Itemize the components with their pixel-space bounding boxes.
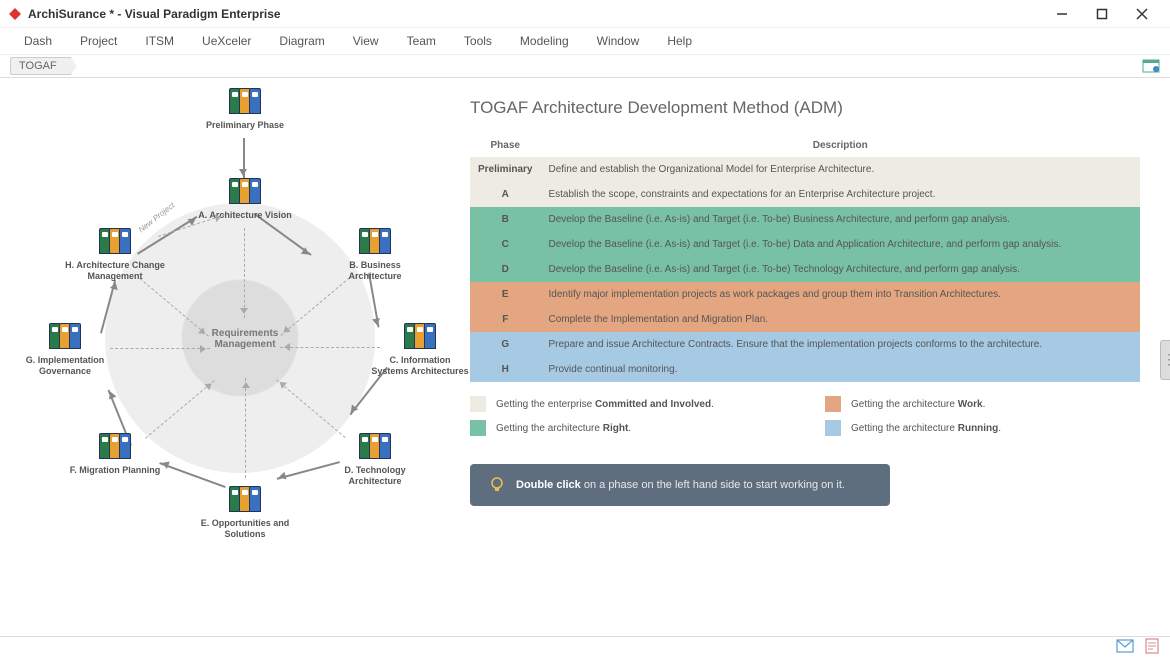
menu-project[interactable]: Project xyxy=(66,30,131,52)
legend-item: Getting the architecture Running. xyxy=(825,420,1140,436)
phase-h-architecture-change-mgmt[interactable]: H. Architecture Change Management xyxy=(65,228,165,282)
panel-config-icon[interactable] xyxy=(1142,57,1160,76)
phase-f-migration-planning[interactable]: F. Migration Planning xyxy=(65,433,165,476)
breadcrumb-togaf[interactable]: TOGAF xyxy=(10,57,72,75)
legend-swatch xyxy=(470,420,486,436)
wheel-center-label: Requirements Management xyxy=(200,328,290,350)
binders-icon xyxy=(223,88,267,118)
legend-swatch xyxy=(825,420,841,436)
menu-diagram[interactable]: Diagram xyxy=(265,30,338,52)
mail-icon[interactable] xyxy=(1116,639,1134,656)
menu-view[interactable]: View xyxy=(339,30,393,52)
phase-c-information-systems[interactable]: C. Information Systems Architectures xyxy=(370,323,470,377)
info-panel: TOGAF Architecture Development Method (A… xyxy=(460,88,1160,626)
phase-b-business-architecture[interactable]: B. Business Architecture xyxy=(325,228,425,282)
phase-preliminary[interactable]: Preliminary Phase xyxy=(195,88,295,131)
binders-icon xyxy=(43,323,87,353)
table-row: AEstablish the scope, constraints and ex… xyxy=(470,182,1140,207)
th-description: Description xyxy=(540,134,1140,157)
binders-icon xyxy=(353,228,397,258)
note-icon[interactable] xyxy=(1144,638,1160,657)
minimize-button[interactable] xyxy=(1042,2,1082,26)
tip-banner: Double click on a phase on the left hand… xyxy=(470,464,890,506)
binders-icon xyxy=(223,178,267,208)
phase-g-implementation-governance[interactable]: G. Implementation Governance xyxy=(15,323,115,377)
binders-icon xyxy=(93,433,137,463)
table-row: FComplete the Implementation and Migrati… xyxy=(470,307,1140,332)
menu-tools[interactable]: Tools xyxy=(450,30,506,52)
phase-a-architecture-vision[interactable]: A. Architecture Vision xyxy=(195,178,295,221)
menu-itsm[interactable]: ITSM xyxy=(131,30,188,52)
table-row: EIdentify major implementation projects … xyxy=(470,282,1140,307)
window-title: ArchiSurance * - Visual Paradigm Enterpr… xyxy=(28,7,1042,21)
titlebar: ArchiSurance * - Visual Paradigm Enterpr… xyxy=(0,0,1170,28)
menu-dash[interactable]: Dash xyxy=(10,30,66,52)
phase-table: Phase Description PreliminaryDefine and … xyxy=(470,134,1140,382)
legend-item: Getting the enterprise Committed and Inv… xyxy=(470,396,785,412)
phase-d-technology-architecture[interactable]: D. Technology Architecture xyxy=(325,433,425,487)
legend: Getting the enterprise Committed and Inv… xyxy=(470,396,1140,444)
lightbulb-icon xyxy=(488,476,506,494)
table-row: HProvide continual monitoring. xyxy=(470,357,1140,382)
legend-swatch xyxy=(470,396,486,412)
table-row: CDevelop the Baseline (i.e. As-is) and T… xyxy=(470,232,1140,257)
info-title: TOGAF Architecture Development Method (A… xyxy=(470,98,1140,118)
legend-item: Getting the architecture Work. xyxy=(825,396,1140,412)
binders-icon xyxy=(398,323,442,353)
menu-window[interactable]: Window xyxy=(583,30,654,52)
statusbar xyxy=(0,636,1170,658)
binders-icon xyxy=(93,228,137,258)
menu-team[interactable]: Team xyxy=(393,30,450,52)
menu-uexceler[interactable]: UeXceler xyxy=(188,30,265,52)
legend-swatch xyxy=(825,396,841,412)
maximize-button[interactable] xyxy=(1082,2,1122,26)
legend-item: Getting the architecture Right. xyxy=(470,420,785,436)
th-phase: Phase xyxy=(470,134,540,157)
menubar: Dash Project ITSM UeXceler Diagram View … xyxy=(0,28,1170,54)
adm-wheel-diagram: Requirements Management New Project Prel… xyxy=(10,88,460,626)
binders-icon xyxy=(223,486,267,516)
table-row: BDevelop the Baseline (i.e. As-is) and T… xyxy=(470,207,1140,232)
binders-icon xyxy=(353,433,397,463)
breadcrumb-bar: TOGAF xyxy=(0,54,1170,78)
menu-help[interactable]: Help xyxy=(653,30,706,52)
close-button[interactable] xyxy=(1122,2,1162,26)
table-row: GPrepare and issue Architecture Contract… xyxy=(470,332,1140,357)
side-panel-handle[interactable] xyxy=(1160,340,1170,380)
phase-e-opportunities-solutions[interactable]: E. Opportunities and Solutions xyxy=(195,486,295,540)
app-icon xyxy=(8,7,22,21)
table-row: DDevelop the Baseline (i.e. As-is) and T… xyxy=(470,257,1140,282)
menu-modeling[interactable]: Modeling xyxy=(506,30,583,52)
table-row: PreliminaryDefine and establish the Orga… xyxy=(470,157,1140,182)
